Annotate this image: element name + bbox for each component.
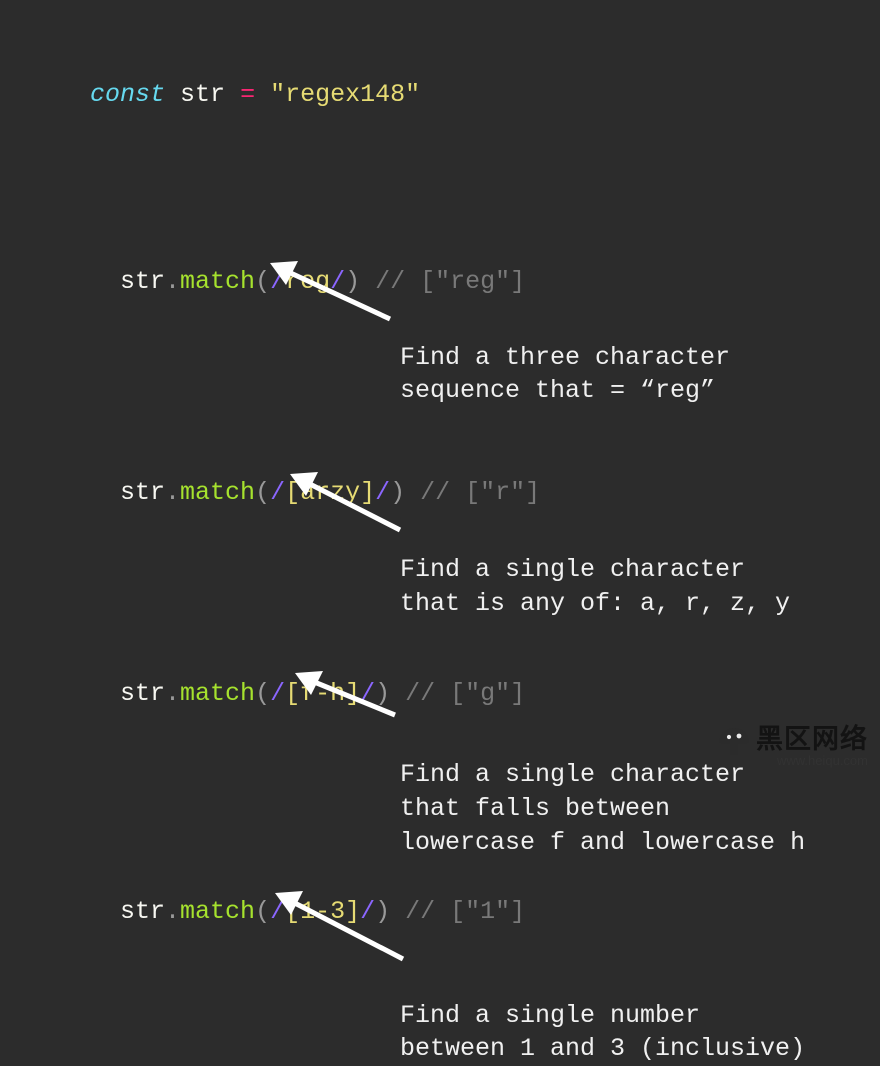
explanation-text: Find a single character that is any of: … <box>400 553 850 621</box>
explanation-text: Find a single number between 1 and 3 (in… <box>400 999 850 1066</box>
regex-pattern: reg <box>285 267 330 296</box>
example-2: str.match(/[arzy]/) // ["r"] Find a sing… <box>30 442 850 621</box>
method-match: match <box>180 679 255 708</box>
identifier-str: str <box>180 80 225 109</box>
watermark: 黑区网络 www.heiqu.com <box>717 717 868 768</box>
method-match: match <box>180 478 255 507</box>
result-comment: // ["g"] <box>405 679 525 708</box>
regex-pattern: [arzy] <box>285 478 375 507</box>
example-4: str.match(/[1-3]/) // ["1"] Find a singl… <box>30 861 850 1066</box>
watermark-title: 黑区网络 <box>756 724 868 754</box>
keyword-const: const <box>90 80 165 109</box>
regex-pattern: [f-h] <box>285 679 360 708</box>
result-comment: // ["1"] <box>405 897 525 926</box>
object-ref: str <box>120 897 165 926</box>
declaration-line: const str = "regex148" <box>30 44 850 145</box>
example-1: str.match(/reg/) // ["reg"] Find a three… <box>30 231 850 408</box>
object-ref: str <box>120 267 165 296</box>
code-illustration: const str = "regex148" str.match(/reg/) … <box>0 0 880 1066</box>
code-line-1: str.match(/reg/) // ["reg"] <box>30 231 850 332</box>
string-literal: "regex148" <box>270 80 420 109</box>
object-ref: str <box>120 478 165 507</box>
explanation-text: Find a three character sequence that = “… <box>400 341 850 409</box>
regex-pattern: [1-3] <box>285 897 360 926</box>
explanation-text: Find a single character that falls betwe… <box>400 758 850 859</box>
code-line-4: str.match(/[1-3]/) // ["1"] <box>30 861 850 962</box>
code-line-2: str.match(/[arzy]/) // ["r"] <box>30 442 850 543</box>
method-match: match <box>180 267 255 296</box>
result-comment: // ["reg"] <box>375 267 525 296</box>
method-match: match <box>180 897 255 926</box>
operator-equals: = <box>240 80 255 109</box>
object-ref: str <box>120 679 165 708</box>
mushroom-icon <box>717 726 751 756</box>
result-comment: // ["r"] <box>420 478 540 507</box>
